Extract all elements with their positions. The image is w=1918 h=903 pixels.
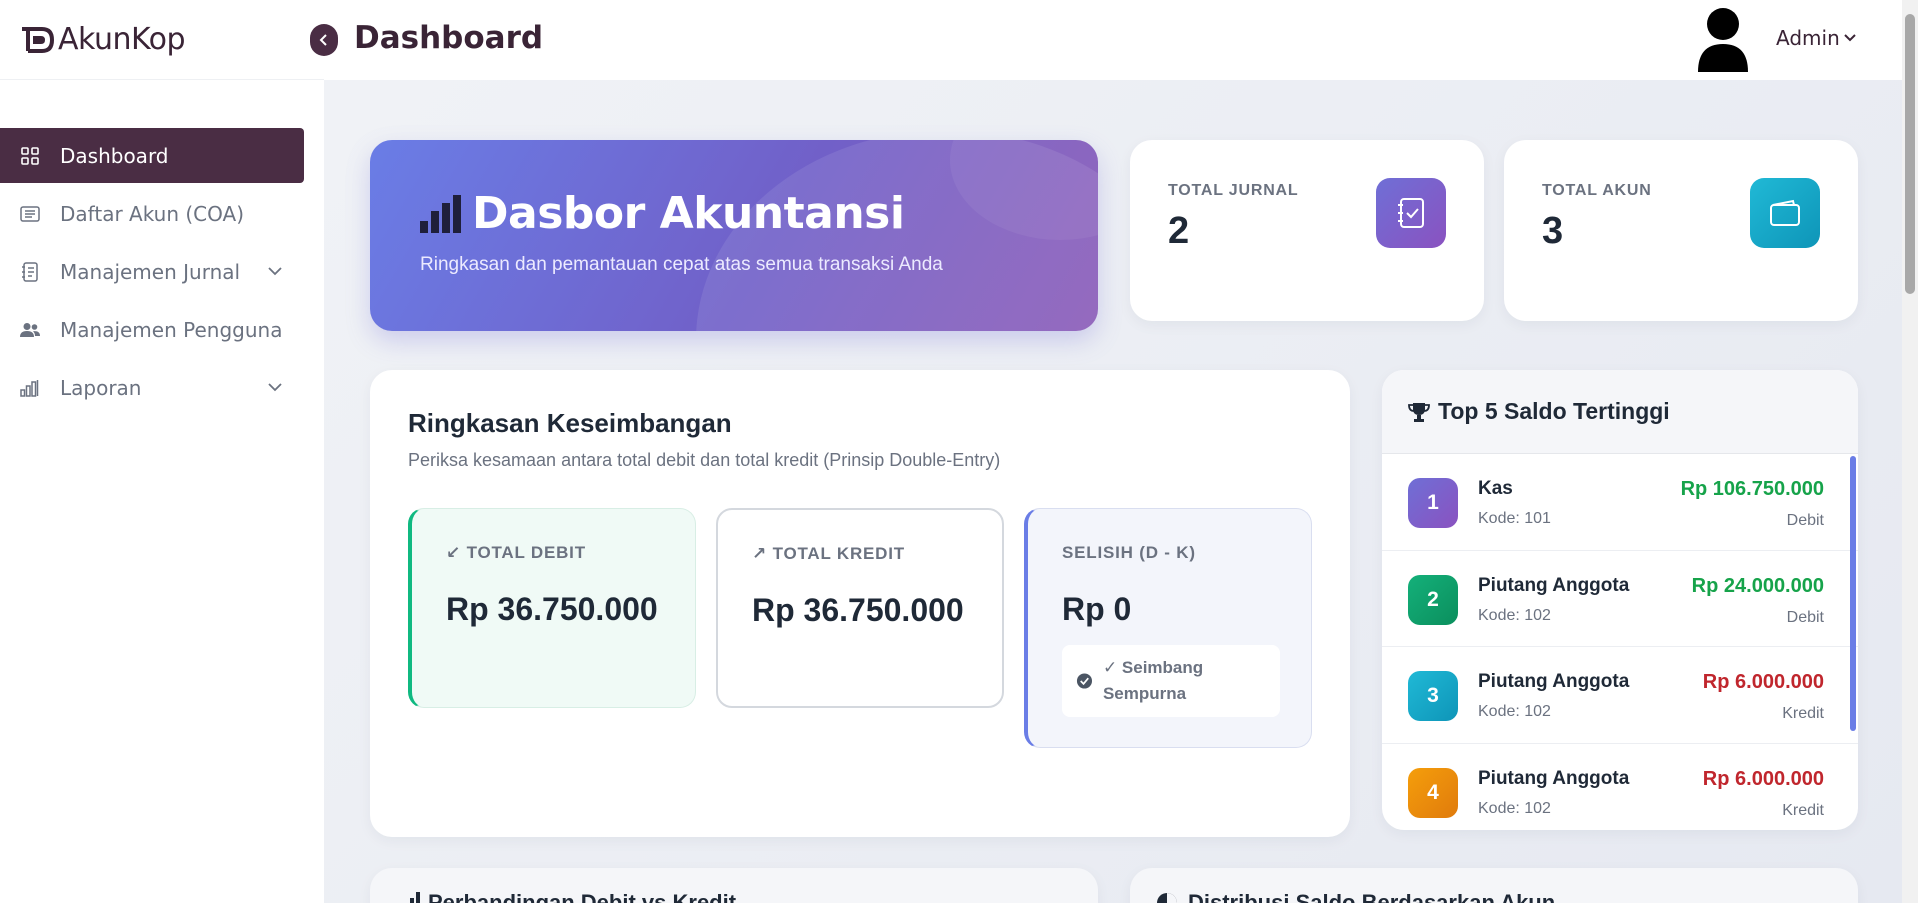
account-amount: Rp 6.000.000 bbox=[1702, 671, 1824, 693]
card-title: Distribusi Saldo Berdasarkan Akun bbox=[1188, 890, 1556, 903]
card-title: Perbandingan Debit vs Kredit bbox=[428, 890, 737, 903]
brand-name: AkunKop bbox=[58, 22, 186, 57]
account-name: Piutang Anggota bbox=[1478, 574, 1630, 596]
kredit-value: Rp 36.750.000 bbox=[752, 592, 964, 628]
hero-subtitle: Ringkasan dan pemantauan cepat atas semu… bbox=[420, 254, 943, 275]
page-scrollbar[interactable] bbox=[1902, 0, 1918, 903]
account-code: Kode: 102 bbox=[1478, 606, 1551, 624]
trophy-icon bbox=[1408, 402, 1430, 422]
stat-value: 2 bbox=[1168, 210, 1190, 252]
balance-summary-card: Ringkasan Keseimbangan Periksa kesamaan … bbox=[370, 370, 1350, 837]
sidebar-item-label: Laporan bbox=[60, 375, 142, 400]
user-avatar-icon[interactable] bbox=[1696, 6, 1750, 72]
sidebar-item-label: Manajemen Jurnal bbox=[60, 259, 241, 284]
chevron-down-icon[interactable] bbox=[1842, 30, 1858, 46]
pie-chart-icon bbox=[1157, 893, 1177, 903]
sidebar-item-dashboard[interactable]: Dashboard bbox=[0, 128, 304, 183]
account-code: Kode: 101 bbox=[1478, 510, 1551, 527]
card-subtitle: Periksa kesamaan antara total debit dan … bbox=[408, 450, 1001, 470]
hero-banner: Dasbor Akuntansi Ringkasan dan pemantaua… bbox=[370, 140, 1098, 331]
total-debit-box: ↙ TOTAL DEBIT Rp 36.750.000 bbox=[408, 508, 696, 708]
debit-label: ↙ TOTAL DEBIT bbox=[446, 543, 586, 562]
account-type: Kredit bbox=[1782, 705, 1824, 722]
balance-status-badge: ✓ Seimbang Sempurna bbox=[1062, 645, 1280, 717]
sidebar-toggle-button[interactable] bbox=[310, 24, 338, 56]
stat-value: 3 bbox=[1542, 210, 1564, 252]
chevron-down-icon bbox=[268, 267, 282, 276]
kredit-label: ↗ TOTAL KREDIT bbox=[752, 544, 905, 563]
sidebar-nav: Dashboard Daftar Akun (COA) Manajemen Ju… bbox=[0, 128, 304, 418]
stat-label: TOTAL JURNAL bbox=[1168, 182, 1299, 199]
rank-badge: 1 bbox=[1408, 478, 1458, 528]
account-name: Piutang Anggota bbox=[1478, 767, 1630, 789]
users-icon bbox=[20, 320, 40, 340]
sidebar-item-coa[interactable]: Daftar Akun (COA) bbox=[0, 186, 304, 241]
rank-badge: 4 bbox=[1408, 767, 1458, 818]
list-item[interactable]: 1 Kas Kode: 101 Rp 106.750.000 Debit bbox=[1382, 454, 1858, 551]
account-amount: Rp 6.000.000 bbox=[1702, 767, 1824, 790]
scrollbar-thumb[interactable] bbox=[1905, 14, 1915, 294]
rank-badge: 2 bbox=[1408, 574, 1458, 625]
sidebar: AkunKop Dashboard Daftar Akun (COA) Mana… bbox=[0, 0, 324, 903]
chevron-down-icon bbox=[268, 383, 282, 392]
arrow-up-right-icon: ↗ bbox=[752, 544, 768, 563]
list-item[interactable]: 2 Piutang Anggota Kode: 102 Rp 24.000.00… bbox=[1382, 551, 1858, 647]
account-name: Piutang Anggota bbox=[1478, 671, 1630, 692]
list-icon bbox=[20, 204, 40, 224]
top-bar: Dashboard Admin bbox=[310, 0, 1902, 80]
debit-kredit-chart-card: Perbandingan Debit vs Kredit bbox=[370, 868, 1098, 903]
brand-logo-icon bbox=[22, 26, 54, 53]
list-item[interactable]: 4 Piutang Anggota Kode: 102 Rp 6.000.000… bbox=[1382, 744, 1858, 831]
list-scrollbar[interactable] bbox=[1850, 456, 1856, 731]
card-title: Ringkasan Keseimbangan bbox=[408, 408, 732, 438]
sidebar-item-laporan[interactable]: Laporan bbox=[0, 360, 304, 415]
account-type: Debit bbox=[1786, 512, 1824, 529]
account-code: Kode: 102 bbox=[1478, 703, 1551, 720]
bar-chart-icon bbox=[420, 194, 461, 233]
grid-icon bbox=[20, 146, 40, 166]
brand[interactable]: AkunKop bbox=[0, 0, 324, 80]
stat-card-total-jurnal: TOTAL JURNAL 2 bbox=[1130, 140, 1484, 321]
page-title: Dashboard bbox=[354, 20, 544, 56]
sidebar-item-label: Dashboard bbox=[60, 143, 169, 168]
sidebar-item-jurnal[interactable]: Manajemen Jurnal bbox=[0, 244, 304, 299]
user-menu-name[interactable]: Admin bbox=[1776, 26, 1840, 50]
sidebar-item-pengguna[interactable]: Manajemen Pengguna bbox=[0, 302, 304, 357]
top5-balance-card: Top 5 Saldo Tertinggi 1 Kas Kode: 101 Rp… bbox=[1382, 370, 1858, 830]
top5-list[interactable]: 1 Kas Kode: 101 Rp 106.750.000 Debit 2 P… bbox=[1382, 454, 1858, 830]
journal-check-icon bbox=[1376, 178, 1446, 248]
debit-value: Rp 36.750.000 bbox=[446, 591, 658, 627]
card-header: Top 5 Saldo Tertinggi bbox=[1382, 370, 1858, 454]
selisih-label: SELISIH (D - K) bbox=[1062, 543, 1196, 562]
sidebar-item-label: Daftar Akun (COA) bbox=[60, 201, 245, 226]
stat-card-total-akun: TOTAL AKUN 3 bbox=[1504, 140, 1858, 321]
bar-chart-icon bbox=[410, 892, 420, 903]
main-content: Dasbor Akuntansi Ringkasan dan pemantaua… bbox=[324, 80, 1902, 903]
account-name: Kas bbox=[1478, 478, 1513, 499]
account-amount: Rp 106.750.000 bbox=[1680, 478, 1824, 500]
wallet-icon bbox=[1750, 178, 1820, 248]
account-type: Debit bbox=[1786, 608, 1824, 626]
hero-title: Dasbor Akuntansi bbox=[420, 188, 905, 239]
sidebar-item-label: Manajemen Pengguna bbox=[60, 317, 283, 342]
arrow-down-left-icon: ↙ bbox=[446, 543, 462, 562]
account-amount: Rp 24.000.000 bbox=[1691, 574, 1824, 597]
chevron-left-icon bbox=[319, 34, 327, 46]
selisih-box: SELISIH (D - K) Rp 0 ✓ Seimbang Sempurna bbox=[1024, 508, 1312, 748]
rank-badge: 3 bbox=[1408, 671, 1458, 721]
chart-icon bbox=[20, 378, 40, 398]
account-code: Kode: 102 bbox=[1478, 799, 1551, 817]
journal-icon bbox=[20, 261, 40, 282]
card-title: Top 5 Saldo Tertinggi bbox=[1438, 398, 1670, 424]
stat-label: TOTAL AKUN bbox=[1542, 182, 1652, 199]
check-circle-icon bbox=[1076, 673, 1093, 689]
selisih-value: Rp 0 bbox=[1062, 591, 1132, 627]
distribution-chart-card: Distribusi Saldo Berdasarkan Akun bbox=[1130, 868, 1858, 903]
list-item[interactable]: 3 Piutang Anggota Kode: 102 Rp 6.000.000… bbox=[1382, 647, 1858, 744]
account-type: Kredit bbox=[1782, 801, 1824, 819]
total-kredit-box: ↗ TOTAL KREDIT Rp 36.750.000 bbox=[716, 508, 1004, 708]
